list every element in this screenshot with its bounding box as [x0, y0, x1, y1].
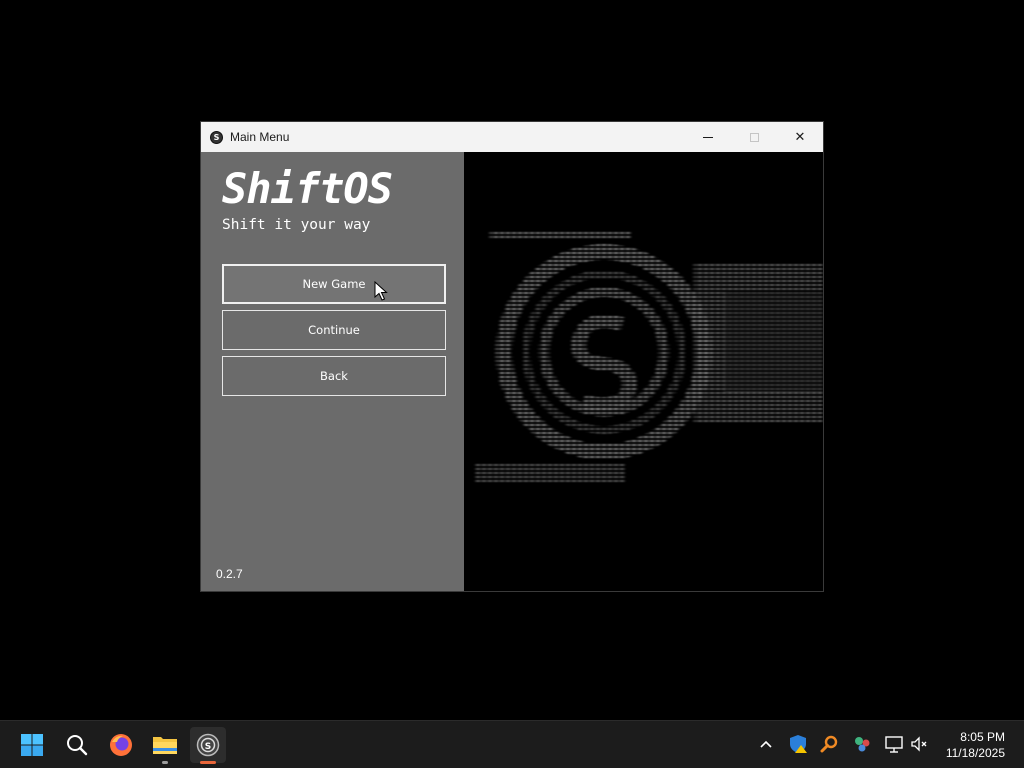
menu-panel: ShiftOS Shift it your way New Game Conti…	[201, 152, 464, 591]
shiftos-app-icon: S	[210, 130, 223, 144]
maximize-icon	[749, 132, 759, 142]
window-controls: ✕	[685, 122, 823, 152]
close-icon: ✕	[794, 129, 806, 145]
window-title: Main Menu	[230, 130, 290, 144]
clock[interactable]: 8:05 PM 11/18/2025	[946, 729, 1005, 761]
mouse-cursor-icon	[374, 281, 388, 301]
minimize-button[interactable]	[685, 122, 731, 152]
search-tool-tray[interactable]	[819, 733, 841, 755]
ascii-logo-art	[474, 230, 823, 482]
running-indicator	[162, 761, 168, 764]
file-explorer-icon	[153, 737, 177, 754]
volume-tray[interactable]	[908, 733, 930, 755]
file-explorer-button[interactable]	[147, 727, 183, 764]
back-button[interactable]: Back	[222, 356, 446, 396]
network-icon	[885, 736, 903, 753]
clock-date: 11/18/2025	[945, 746, 1005, 760]
clock-time: 8:05 PM	[960, 730, 1005, 744]
minimize-icon	[703, 136, 713, 138]
svg-text:S: S	[205, 742, 211, 752]
active-indicator	[200, 761, 216, 764]
close-button[interactable]: ✕	[777, 122, 823, 152]
windows-start-icon	[21, 734, 43, 756]
title-bar[interactable]: S Main Menu ✕	[201, 122, 823, 152]
volume-muted-icon	[911, 736, 927, 752]
app-tray-icon[interactable]	[851, 733, 873, 755]
new-game-button[interactable]: New Game	[222, 264, 446, 304]
firefox-button[interactable]	[103, 727, 139, 763]
main-menu-window: S Main Menu ✕ ShiftOS Shift it your way …	[200, 121, 824, 592]
continue-button[interactable]: Continue	[222, 310, 446, 350]
firefox-icon	[110, 734, 132, 756]
orange-search-icon	[820, 735, 838, 753]
search-icon	[67, 735, 88, 756]
shiftos-icon: S	[196, 733, 220, 757]
show-hidden-icons-button[interactable]	[755, 733, 777, 755]
start-button[interactable]	[14, 727, 50, 763]
chevron-up-icon	[760, 740, 772, 748]
network-tray[interactable]	[883, 733, 905, 755]
gear-apps-icon	[855, 737, 870, 752]
taskbar: S 8:05 PM 11/18/2025	[0, 720, 1024, 768]
shiftos-logo-animation	[464, 152, 823, 591]
maximize-button	[731, 122, 777, 152]
version-label: 0.2.7	[216, 567, 243, 581]
windows-security-tray[interactable]	[787, 733, 809, 755]
shield-warning-icon	[790, 735, 807, 753]
brand-tagline: Shift it your way	[222, 217, 371, 233]
shiftos-taskbar-button[interactable]: S	[190, 727, 226, 764]
search-button[interactable]	[59, 727, 95, 763]
brand-title: ShiftOS	[222, 164, 393, 213]
